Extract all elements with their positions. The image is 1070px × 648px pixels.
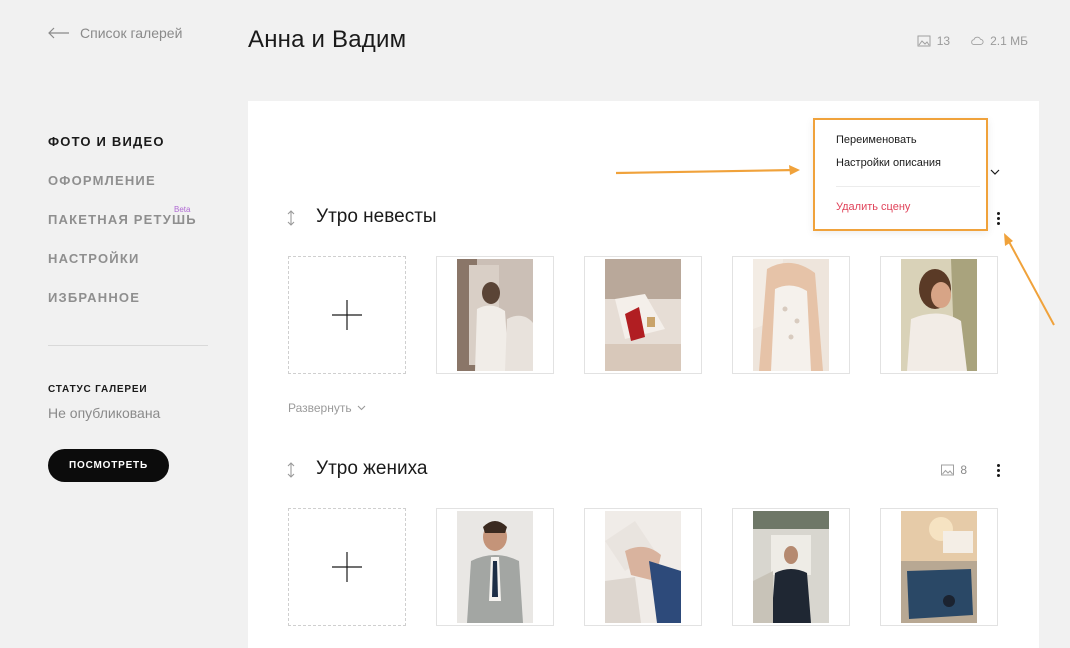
photo-image [605,259,681,371]
photo-image [605,511,681,623]
photo-image [901,259,977,371]
photo-thumbnail[interactable] [436,256,554,374]
beta-badge: Beta [174,205,191,214]
arrow-left-icon [48,27,69,39]
scene-context-menu: Переименовать Настройки описания Удалить… [813,118,988,231]
thumbnail-row [288,508,998,626]
app-root: Список галерей Анна и Вадим 13 2.1 МБ ФО… [0,0,1070,648]
storage-size: 2.1 МБ [990,34,1028,48]
photo-image [457,259,533,371]
sidebar-item-label: ИЗБРАННОЕ [48,290,141,305]
menu-item-rename[interactable]: Переименовать [836,134,917,146]
sidebar-item-photo-video[interactable]: ФОТО И ВИДЕО [48,134,208,173]
scene-title[interactable]: Утро жениха [316,458,427,480]
gallery-status-value: Не опубликована [48,405,161,421]
back-link-label: Список галерей [80,25,183,41]
photo-thumbnail[interactable] [584,508,702,626]
expand-scene-link[interactable]: Развернуть [288,401,366,415]
menu-item-description-settings[interactable]: Настройки описания [836,157,941,169]
cloud-icon [971,36,984,45]
drag-handle-icon[interactable] [284,461,298,479]
image-icon [941,464,955,476]
chevron-down-icon[interactable] [990,168,1000,176]
chevron-down-icon [357,405,365,411]
photo-thumbnail[interactable] [732,256,850,374]
more-menu-icon[interactable] [991,460,1005,480]
sidebar-nav: ФОТО И ВИДЕО ОФОРМЛЕНИЕ ПАКЕТНАЯ РЕТУШЬ … [48,134,208,329]
sidebar-item-batch-retouch[interactable]: ПАКЕТНАЯ РЕТУШЬ Beta [48,205,208,251]
photo-image [457,511,533,623]
gallery-status-label: СТАТУС ГАЛЕРЕИ [48,384,148,395]
back-to-galleries-link[interactable]: Список галерей [48,24,182,42]
expand-label: Развернуть [288,401,352,415]
photo-image [753,511,829,623]
photo-count: 13 [936,34,951,48]
plus-icon [332,552,362,582]
sidebar-item-label: ПАКЕТНАЯ РЕТУШЬ [48,212,197,227]
photo-thumbnail[interactable] [732,508,850,626]
gallery-meta: 13 2.1 МБ [917,34,1028,48]
add-photo-tile[interactable] [288,508,406,626]
page-title: Анна и Вадим [248,26,407,53]
menu-item-delete-scene[interactable]: Удалить сцену [836,201,910,213]
sidebar-item-favorites[interactable]: ИЗБРАННОЕ [48,290,208,329]
menu-divider [836,186,980,187]
sidebar-item-label: НАСТРОЙКИ [48,251,140,266]
sidebar-item-settings[interactable]: НАСТРОЙКИ [48,251,208,290]
image-icon [917,35,931,47]
thumbnail-row [288,256,998,374]
scene-photo-count: 8 [941,463,967,477]
drag-handle-icon[interactable] [284,209,298,227]
sidebar-divider [48,345,208,346]
view-gallery-button[interactable]: ПОСМОТРЕТЬ [48,449,169,482]
add-photo-tile[interactable] [288,256,406,374]
scene-title[interactable]: Утро невесты [316,206,437,228]
more-menu-icon[interactable] [991,208,1005,228]
photo-thumbnail[interactable] [584,256,702,374]
photo-thumbnail[interactable] [880,508,998,626]
scene-count-value: 8 [960,463,967,477]
photo-thumbnail[interactable] [880,256,998,374]
scene-header: Утро жениха 8 [248,455,1039,485]
sidebar-item-label: ОФОРМЛЕНИЕ [48,173,156,188]
photo-image [901,511,977,623]
photo-thumbnail[interactable] [436,508,554,626]
photo-image [753,259,829,371]
sidebar-item-label: ФОТО И ВИДЕО [48,134,165,149]
plus-icon [332,300,362,330]
